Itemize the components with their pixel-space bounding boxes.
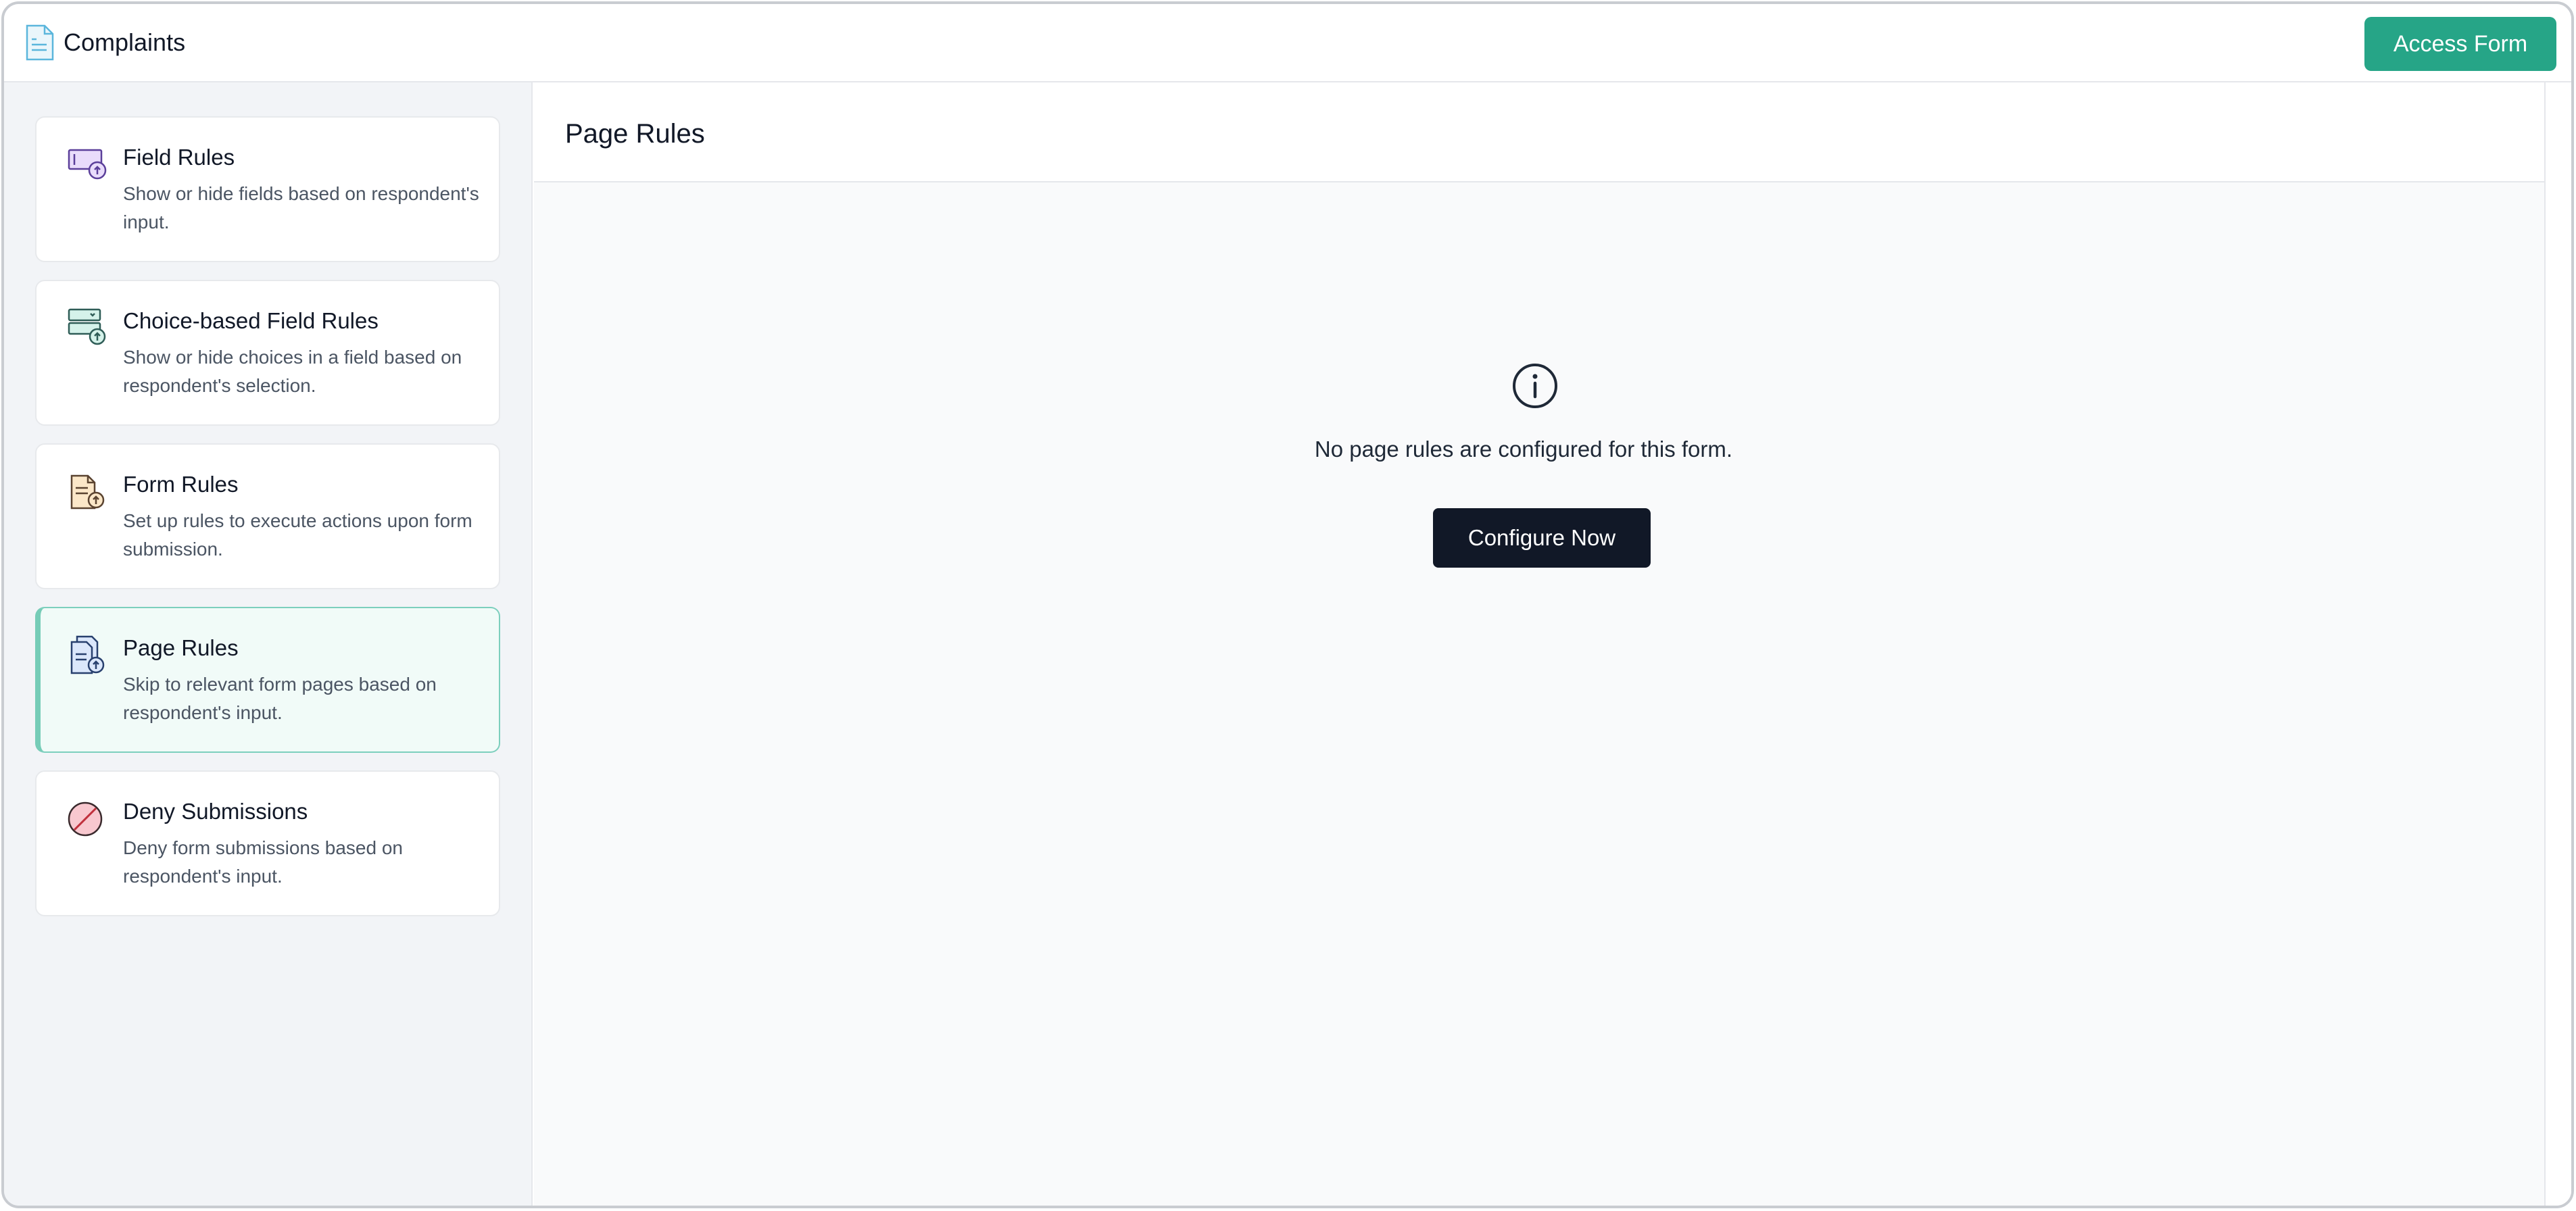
card-title: Form Rules: [123, 472, 239, 497]
card-description: Set up rules to execute actions upon for…: [123, 510, 472, 560]
sidebar-item-choice-based-field-rules[interactable]: Choice-based Field Rules Show or hide ch…: [35, 280, 500, 426]
card-title: Page Rules: [123, 635, 239, 660]
main-header: Page Rules: [534, 82, 2571, 182]
sidebar-item-form-rules[interactable]: Form Rules Set up rules to execute actio…: [35, 443, 500, 589]
rules-sidebar: Field Rules Show or hide fields based on…: [4, 82, 533, 1206]
page-title: Page Rules: [565, 119, 705, 149]
empty-state-message: No page rules are configured for this fo…: [1314, 437, 1733, 462]
card-description: Show or hide choices in a field based on…: [123, 347, 462, 396]
card-description: Deny form submissions based on responden…: [123, 837, 403, 887]
field-rules-icon: [68, 149, 107, 180]
configure-now-button[interactable]: Configure Now: [1433, 508, 1651, 568]
card-title: Deny Submissions: [123, 799, 308, 824]
top-bar: Complaints Access Form: [4, 4, 2571, 82]
card-description: Skip to relevant form pages based on res…: [123, 674, 437, 723]
document-icon: [26, 24, 54, 61]
info-icon: [1513, 364, 1557, 408]
card-title: Choice-based Field Rules: [123, 308, 379, 333]
app-title: Complaints: [64, 28, 186, 56]
sidebar-item-field-rules[interactable]: Field Rules Show or hide fields based on…: [35, 116, 500, 262]
card-title: Field Rules: [123, 145, 235, 170]
app-window: Complaints Access Form Field Rules Show …: [1, 1, 2574, 1208]
access-form-button[interactable]: Access Form: [2364, 17, 2556, 71]
page-rules-icon: [70, 635, 105, 674]
sidebar-item-page-rules[interactable]: Page Rules Skip to relevant form pages b…: [35, 607, 500, 753]
card-description: Show or hide fields based on respondent'…: [123, 183, 479, 232]
main-panel: Page Rules No page rules are configured …: [534, 82, 2571, 1206]
form-rules-icon: [70, 474, 105, 510]
right-edge-panel: [2544, 82, 2571, 1206]
choice-rules-icon: [68, 308, 106, 345]
sidebar-item-deny-submissions[interactable]: Deny Submissions Deny form submissions b…: [35, 770, 500, 916]
deny-icon: [68, 801, 103, 837]
